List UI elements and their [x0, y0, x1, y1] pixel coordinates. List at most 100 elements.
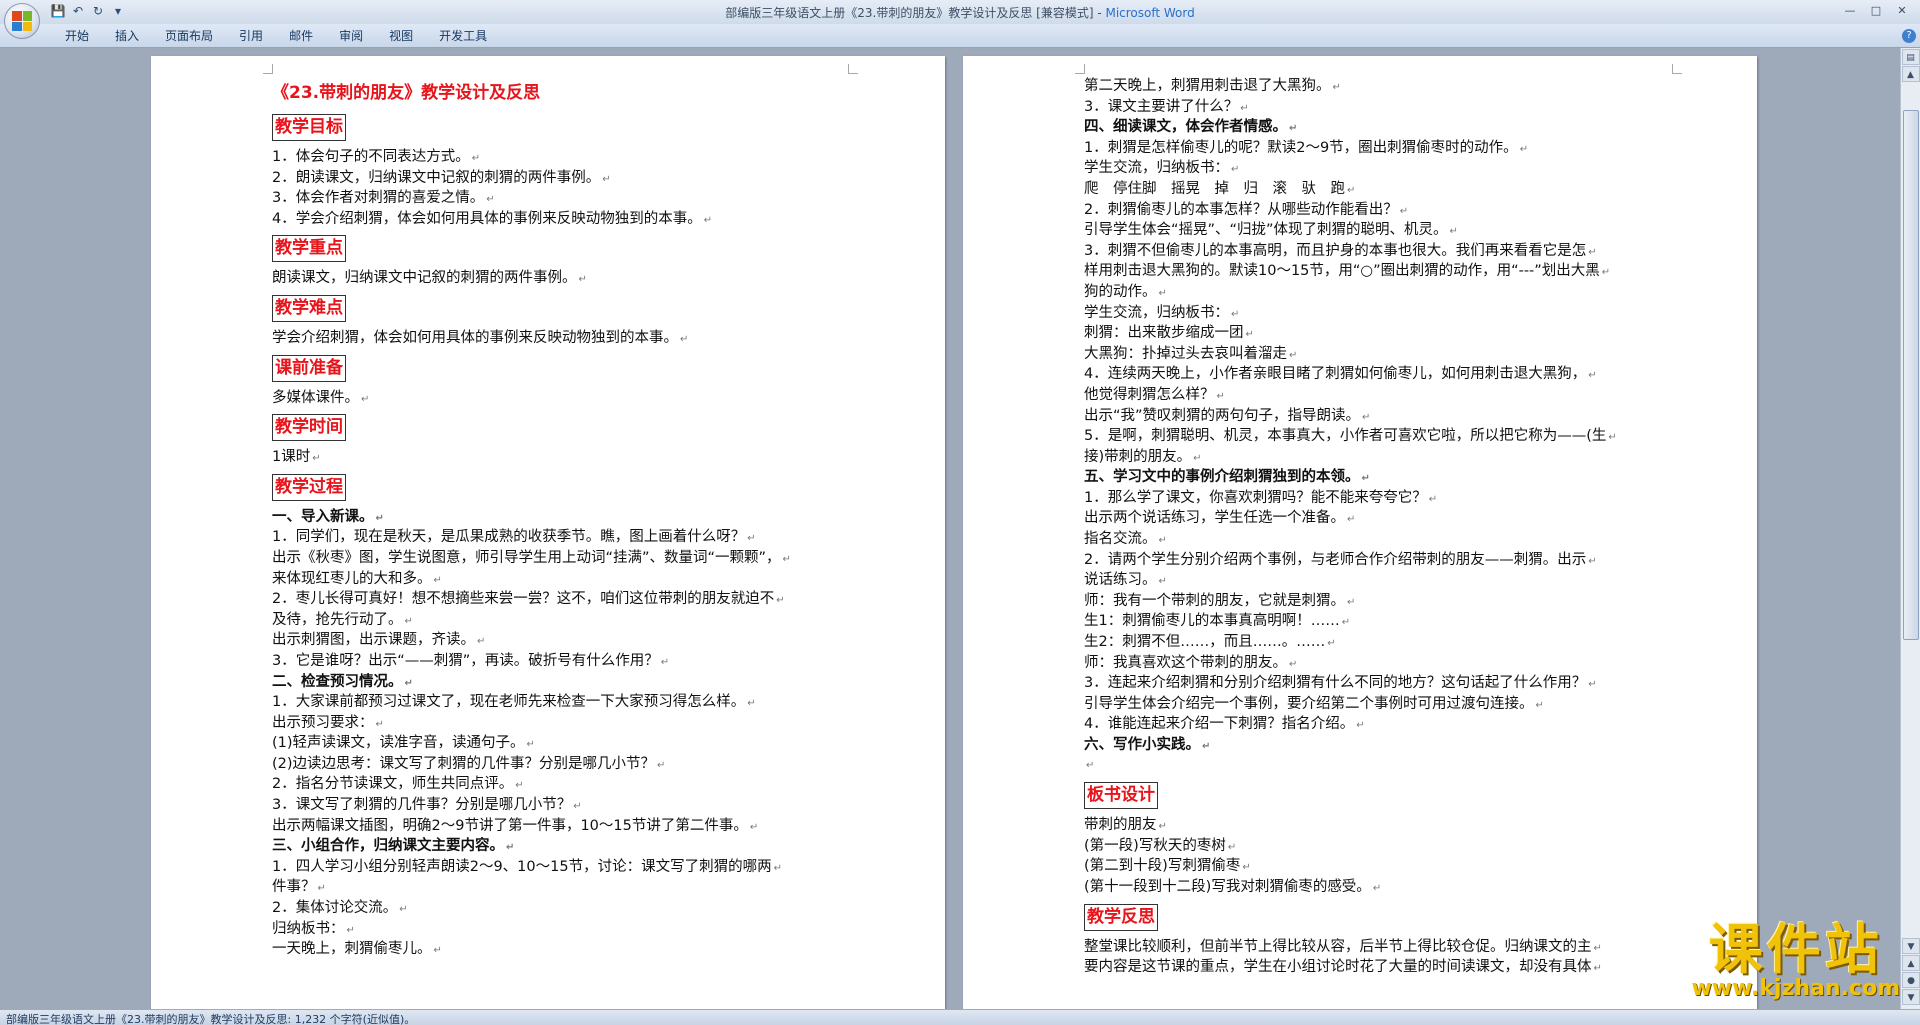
paragraph-line[interactable]: 朗读课文，归纳课文中记叙的刺猬的两件事例。 ↵ [272, 268, 838, 289]
next-page-icon[interactable]: ▼ [1902, 989, 1920, 1005]
ribbon-tab[interactable]: 开发工具 [426, 28, 500, 44]
paragraph-line[interactable]: 整堂课比较顺利，但前半节上得比较从容，后半节上得比较仓促。归纳课文的主 ↵ [1084, 937, 1662, 958]
paragraph-line[interactable]: 1．四人学习小组分别轻声朗读2～9、10～15节，讨论：课文写了刺猬的哪两 ↵ [272, 857, 838, 878]
paragraph-line[interactable]: 接)带刺的朋友。 ↵ [1084, 447, 1662, 468]
paragraph-line[interactable]: 一天晚上，刺猬偷枣儿。 ↵ [272, 939, 838, 960]
ribbon-tab[interactable]: 插入 [102, 28, 152, 44]
page-right[interactable]: 第二天晚上，刺猬用刺击退了大黑狗。 ↵ 3．课文主要讲了什么？ ↵ 四、细读课文，体会作… [963, 56, 1757, 1009]
paragraph-line[interactable]: 3．课文主要讲了什么？ ↵ [1084, 97, 1662, 118]
section-heading[interactable]: 教学重点 [272, 229, 838, 268]
paragraph-line[interactable]: 学生交流，归纳板书： ↵ [1084, 303, 1662, 324]
paragraph-line[interactable]: 出示预习要求： ↵ [272, 713, 838, 734]
ribbon-tab[interactable]: 审阅 [326, 28, 376, 44]
subsection-heading[interactable]: 三、小组合作，归纳课文主要内容。 ↵ [272, 836, 838, 857]
paragraph-line[interactable]: 2．指名分节读课文，师生共同点评。 ↵ [272, 774, 838, 795]
paragraph-line[interactable]: 多媒体课件。 ↵ [272, 388, 838, 409]
paragraph-line[interactable]: 1．刺猬是怎样偷枣儿的呢？默读2～9节，圈出刺猬偷枣时的动作。 ↵ [1084, 138, 1662, 159]
scroll-thumb[interactable] [1903, 110, 1919, 640]
ribbon-tab[interactable]: 邮件 [276, 28, 326, 44]
close-button[interactable]: ✕ [1890, 2, 1914, 20]
paragraph-line[interactable]: 4．连续两天晚上，小作者亲眼目睹了刺猬如何偷枣儿，如何用刺击退大黑狗， ↵ [1084, 364, 1662, 385]
section-heading[interactable]: 教学过程 [272, 468, 838, 507]
vertical-scrollbar[interactable]: ▤ ▲ ▼ ▲ ● ▼ [1900, 48, 1920, 1009]
paragraph-line[interactable]: 4．学会介绍刺猬，体会如何用具体的事例来反映动物独到的本事。 ↵ [272, 209, 838, 230]
paragraph-line[interactable]: 生1：刺猬偷枣儿的本事真高明啊！…… ↵ [1084, 611, 1662, 632]
paragraph-line[interactable]: 出示两幅课文插图，明确2～9节讲了第一件事，10～15节讲了第二件事。 ↵ [272, 816, 838, 837]
paragraph-line[interactable]: 大黑狗：扑掉过头去哀叫着溜走 ↵ [1084, 344, 1662, 365]
paragraph-line[interactable]: 1．大家课前都预习过课文了，现在老师先来检查一下大家预习得怎么样。 ↵ [272, 692, 838, 713]
paragraph-line[interactable]: 2．枣儿长得可真好！想不想摘些来尝一尝？这不，咱们这位带刺的朋友就迫不 ↵ [272, 589, 838, 610]
paragraph-line[interactable]: 爬 停住脚 摇晃 掉 归 滚 驮 跑 ↵ [1084, 179, 1662, 200]
paragraph-line[interactable]: 2．朗读课文，归纳课文中记叙的刺猬的两件事例。 ↵ [272, 168, 838, 189]
section-heading[interactable]: 教学难点 [272, 289, 838, 328]
ruler-toggle-icon[interactable]: ▤ [1901, 49, 1920, 65]
paragraph-line[interactable]: 样用刺击退大黑狗的。默读10～15节，用“○”圈出刺猬的动作，用“---”划出大… [1084, 261, 1662, 282]
paragraph-line[interactable]: 2．集体讨论交流。 ↵ [272, 898, 838, 919]
paragraph-line[interactable]: 归纳板书： ↵ [272, 919, 838, 940]
paragraph-line[interactable]: 师：我有一个带刺的朋友，它就是刺猬。 ↵ [1084, 591, 1662, 612]
paragraph-line[interactable]: 出示“我”赞叹刺猬的两句句子，指导朗读。 ↵ [1084, 406, 1662, 427]
scroll-down-arrow-icon[interactable]: ▼ [1902, 938, 1920, 954]
left-page-content[interactable]: 《23.带刺的朋友》教学设计及反思 教学目标 1．体会句子的不同表达方式。 ↵ 2．朗读… [272, 78, 838, 960]
paragraph-line[interactable]: (2)边读边思考：课文写了刺猬的几件事？分别是哪几小节？ ↵ [272, 754, 838, 775]
document-title-heading[interactable]: 《23.带刺的朋友》教学设计及反思 [272, 78, 838, 108]
paragraph-line[interactable]: 3．它是谁呀？出示“——刺猬”，再读。破折号有什么作用？ ↵ [272, 651, 838, 672]
paragraph-line[interactable]: 狗的动作。 ↵ [1084, 282, 1662, 303]
empty-paragraph[interactable]: ↵ [1084, 756, 1662, 777]
paragraph-line[interactable]: 要内容是这节课的重点，学生在小组讨论时花了大量的时间读课文，却没有具体 ↵ [1084, 957, 1662, 978]
paragraph-line[interactable]: 1．那么学了课文，你喜欢刺猬吗？能不能来夸夸它？ ↵ [1084, 488, 1662, 509]
paragraph-line[interactable]: 3．课文写了刺猬的几件事？分别是哪几小节？ ↵ [272, 795, 838, 816]
paragraph-line[interactable]: 出示刺猬图，出示课题，齐读。 ↵ [272, 630, 838, 651]
paragraph-line[interactable]: 第二天晚上，刺猬用刺击退了大黑狗。 ↵ [1084, 76, 1662, 97]
ribbon-tab[interactable]: 页面布局 [152, 28, 226, 44]
paragraph-line[interactable]: 学生交流，归纳板书： ↵ [1084, 158, 1662, 179]
paragraph-line[interactable]: 3．连起来介绍刺猬和分别介绍刺猬有什么不同的地方？这句话起了什么作用？ ↵ [1084, 673, 1662, 694]
paragraph-line[interactable]: 师：我真喜欢这个带刺的朋友。 ↵ [1084, 653, 1662, 674]
paragraph-line[interactable]: 引导学生体会介绍完一个事例，要介绍第二个事例时可用过渡句连接。 ↵ [1084, 694, 1662, 715]
paragraph-line[interactable]: 指名交流。 ↵ [1084, 529, 1662, 550]
office-button[interactable] [4, 3, 40, 39]
section-heading[interactable]: 板书设计 [1084, 776, 1662, 815]
paragraph-line[interactable]: 他觉得刺猬怎么样？ ↵ [1084, 385, 1662, 406]
paragraph-line[interactable]: 生2：刺猬不但……，而且……。…… ↵ [1084, 632, 1662, 653]
paragraph-line[interactable]: 说话练习。 ↵ [1084, 570, 1662, 591]
section-heading[interactable]: 教学目标 [272, 108, 838, 147]
subsection-heading[interactable]: 一、导入新课。 ↵ [272, 507, 838, 528]
paragraph-line[interactable]: 及待，抢先行动了。 ↵ [272, 610, 838, 631]
paragraph-line[interactable]: 刺猬：出来散步缩成一团 ↵ [1084, 323, 1662, 344]
page-left[interactable]: 《23.带刺的朋友》教学设计及反思 教学目标 1．体会句子的不同表达方式。 ↵ 2．朗读… [151, 56, 945, 1009]
paragraph-line[interactable]: (第二到十段)写刺猬偷枣 ↵ [1084, 856, 1662, 877]
paragraph-line[interactable]: 1．体会句子的不同表达方式。 ↵ [272, 147, 838, 168]
ribbon-tab[interactable]: 视图 [376, 28, 426, 44]
paragraph-line[interactable]: (第十一段到十二段)写我对刺猬偷枣的感受。 ↵ [1084, 877, 1662, 898]
select-browse-object-icon[interactable]: ● [1902, 972, 1920, 988]
previous-page-icon[interactable]: ▲ [1902, 955, 1920, 971]
ribbon-tab[interactable]: 开始 [52, 28, 102, 44]
paragraph-line[interactable]: 5．是啊，刺猬聪明、机灵，本事真大，小作者可喜欢它啦，所以把它称为——(生 ↵ [1084, 426, 1662, 447]
subsection-heading[interactable]: 二、检查预习情况。 ↵ [272, 672, 838, 693]
right-page-content[interactable]: 第二天晚上，刺猬用刺击退了大黑狗。 ↵ 3．课文主要讲了什么？ ↵ 四、细读课文，体会作… [1084, 76, 1662, 978]
paragraph-line[interactable]: 学会介绍刺猬，体会如何用具体的事例来反映动物独到的本事。 ↵ [272, 328, 838, 349]
paragraph-line[interactable]: 2．请两个学生分别介绍两个事例，与老师合作介绍带刺的朋友——刺猬。出示 ↵ [1084, 550, 1662, 571]
paragraph-line[interactable]: 出示两个说话练习，学生任选一个准备。 ↵ [1084, 508, 1662, 529]
subsection-heading[interactable]: 五、学习文中的事例介绍刺猬独到的本领。 ↵ [1084, 467, 1662, 488]
paragraph-line[interactable]: 1课时 ↵ [272, 447, 838, 468]
paragraph-line[interactable]: 出示《秋枣》图，学生说图意，师引导学生用上动词“挂满”、数量词“一颗颗”， ↵ [272, 548, 838, 569]
paragraph-line[interactable]: 来体现红枣儿的大和多。 ↵ [272, 569, 838, 590]
paragraph-line[interactable]: 3．刺猬不但偷枣儿的本事高明，而且护身的本事也很大。我们再来看看它是怎 ↵ [1084, 241, 1662, 262]
subsection-heading[interactable]: 六、写作小实践。 ↵ [1084, 735, 1662, 756]
paragraph-line[interactable]: (1)轻声读课文，读准字音，读通句子。 ↵ [272, 733, 838, 754]
help-icon[interactable]: ? [1902, 29, 1916, 43]
minimize-button[interactable]: — [1838, 2, 1862, 20]
paragraph-line[interactable]: (第一段)写秋天的枣树 ↵ [1084, 836, 1662, 857]
maximize-button[interactable]: □ [1864, 2, 1888, 20]
section-heading[interactable]: 教学时间 [272, 408, 838, 447]
section-heading[interactable]: 课前准备 [272, 349, 838, 388]
ribbon-tab[interactable]: 引用 [226, 28, 276, 44]
paragraph-line[interactable]: 3．体会作者对刺猬的喜爱之情。 ↵ [272, 188, 838, 209]
subsection-heading[interactable]: 四、细读课文，体会作者情感。 ↵ [1084, 117, 1662, 138]
scroll-up-arrow-icon[interactable]: ▲ [1901, 66, 1920, 82]
section-heading[interactable]: 教学反思 [1084, 898, 1662, 937]
paragraph-line[interactable]: 1．同学们，现在是秋天，是瓜果成熟的收获季节。瞧，图上画着什么呀？ ↵ [272, 527, 838, 548]
paragraph-line[interactable]: 件事？ ↵ [272, 877, 838, 898]
